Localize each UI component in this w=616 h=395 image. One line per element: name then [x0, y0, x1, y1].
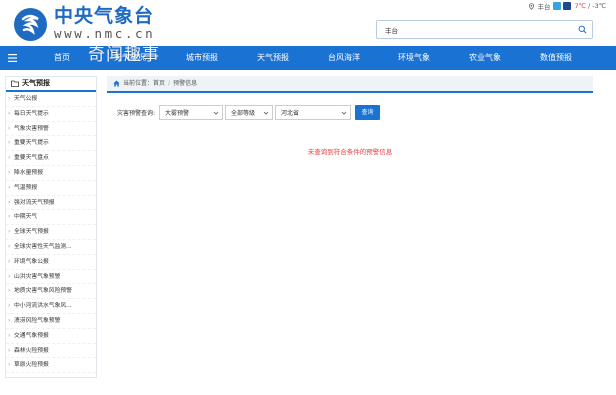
nav-item-weather-forecast[interactable]: 天气预报 — [257, 46, 289, 70]
warning-level-select[interactable]: 全部等级 — [225, 104, 274, 120]
nav-item-observations[interactable]: 天气实况 — [114, 46, 146, 70]
filter-label: 灾害预警查询: — [117, 109, 156, 117]
sidebar-item[interactable]: 强对流天气预报 — [6, 196, 96, 211]
sidebar-item[interactable]: 重要天气盘点 — [6, 151, 96, 166]
sidebar-title: 天气预报 — [6, 77, 96, 92]
sun-icon — [553, 2, 562, 10]
current-location: 丰台 — [537, 3, 551, 11]
sidebar: 天气预报 天气公报 每日天气提示 气象灾害预警 重要天气提示 重要天气盘点 降水… — [5, 76, 97, 378]
nav-item-agriculture[interactable]: 农业气象 — [469, 46, 501, 70]
site-logo[interactable]: 中央气象台 www.nmc.cn — [14, 5, 155, 43]
breadcrumb-separator: / — [168, 80, 171, 87]
sidebar-item[interactable]: 全球天气预报 — [6, 225, 96, 240]
province-select[interactable]: 河北省 — [275, 104, 352, 120]
moon-icon — [563, 2, 572, 10]
nav-item-numerical[interactable]: 数值预报 — [540, 46, 572, 70]
logo-emblem-icon — [14, 7, 47, 41]
breadcrumb: 当前位置： 首页 / 预警信息 — [107, 76, 593, 93]
breadcrumb-label: 当前位置： — [123, 80, 154, 87]
sidebar-item[interactable]: 气温预报 — [6, 181, 96, 196]
sidebar-item[interactable]: 气象灾害预警 — [6, 122, 96, 137]
temp-high: 7℃ — [574, 2, 586, 10]
site-header: 中央气象台 www.nmc.cn 丰台 7℃ / -3℃ — [0, 0, 616, 46]
sidebar-item[interactable]: 中小河流洪水气象风... — [6, 299, 96, 314]
sidebar-item[interactable]: 渍涝风险气象预警 — [6, 314, 96, 329]
search-box — [376, 20, 593, 39]
logo-url: www.nmc.cn — [54, 26, 156, 42]
sidebar-item[interactable]: 重要天气提示 — [6, 136, 96, 152]
chevron-down-icon — [263, 111, 269, 115]
sidebar-title-text: 天气预报 — [22, 79, 50, 87]
chevron-down-icon — [213, 111, 219, 115]
main-content: 当前位置： 首页 / 预警信息 灾害预警查询: 大雾预警 全部等级 河北省 查询… — [107, 76, 593, 378]
sidebar-item[interactable]: 天气公报 — [6, 92, 96, 107]
sidebar-item[interactable]: 全球灾害性天气监测... — [6, 240, 96, 255]
sidebar-list: 天气公报 每日天气提示 气象灾害预警 重要天气提示 重要天气盘点 降水量预报 气… — [6, 92, 96, 374]
search-input[interactable] — [377, 21, 572, 38]
sidebar-item[interactable]: 降水量预报 — [6, 166, 96, 181]
query-button[interactable]: 查询 — [355, 104, 381, 120]
logo-title: 中央气象台 — [54, 5, 155, 28]
nav-item-typhoon-ocean[interactable]: 台风海洋 — [328, 46, 360, 70]
empty-result-message: 未查询到符合条件的预警信息 — [307, 148, 393, 156]
sidebar-item[interactable]: 每日天气提示 — [6, 107, 96, 122]
warning-level-value: 全部等级 — [231, 109, 256, 117]
breadcrumb-current: 预警信息 — [173, 80, 198, 87]
folder-icon — [11, 80, 19, 87]
search-icon — [578, 25, 586, 34]
province-value: 河北省 — [281, 109, 300, 117]
sidebar-item[interactable]: 森林火险预报 — [6, 344, 96, 359]
sidebar-item[interactable]: 交通气象预报 — [6, 329, 96, 344]
sidebar-item[interactable]: 草原火险预报 — [6, 358, 96, 374]
warning-filter: 灾害预警查询: 大雾预警 全部等级 河北省 查询 — [117, 104, 381, 120]
main-nav: 首页 天气实况 城市预报 天气预报 台风海洋 环境气象 农业气象 数值预报 — [0, 46, 616, 70]
breadcrumb-home[interactable]: 首页 — [153, 75, 165, 92]
warning-type-select[interactable]: 大雾预警 — [159, 104, 224, 120]
temp-low: -3℃ — [592, 2, 606, 10]
nav-item-environment[interactable]: 环境气象 — [398, 46, 430, 70]
search-button[interactable] — [572, 21, 592, 38]
chevron-down-icon — [341, 111, 347, 115]
current-weather[interactable]: 丰台 7℃ / -3℃ — [528, 0, 606, 12]
home-icon — [113, 80, 120, 87]
page-footer-space — [0, 378, 616, 395]
sidebar-item[interactable]: 地质灾害气象风险预警 — [6, 284, 96, 300]
sidebar-item[interactable]: 环境气象公报 — [6, 255, 96, 270]
sidebar-item[interactable]: 山洪灾害气象预警 — [6, 270, 96, 285]
location-pin-icon — [529, 2, 535, 10]
menu-icon[interactable] — [0, 46, 24, 70]
nav-item-home[interactable]: 首页 — [54, 46, 70, 70]
nav-item-city-forecast[interactable]: 城市预报 — [186, 46, 218, 70]
warning-type-value: 大雾预警 — [165, 109, 190, 117]
sidebar-item[interactable]: 中期天气 — [6, 210, 96, 226]
